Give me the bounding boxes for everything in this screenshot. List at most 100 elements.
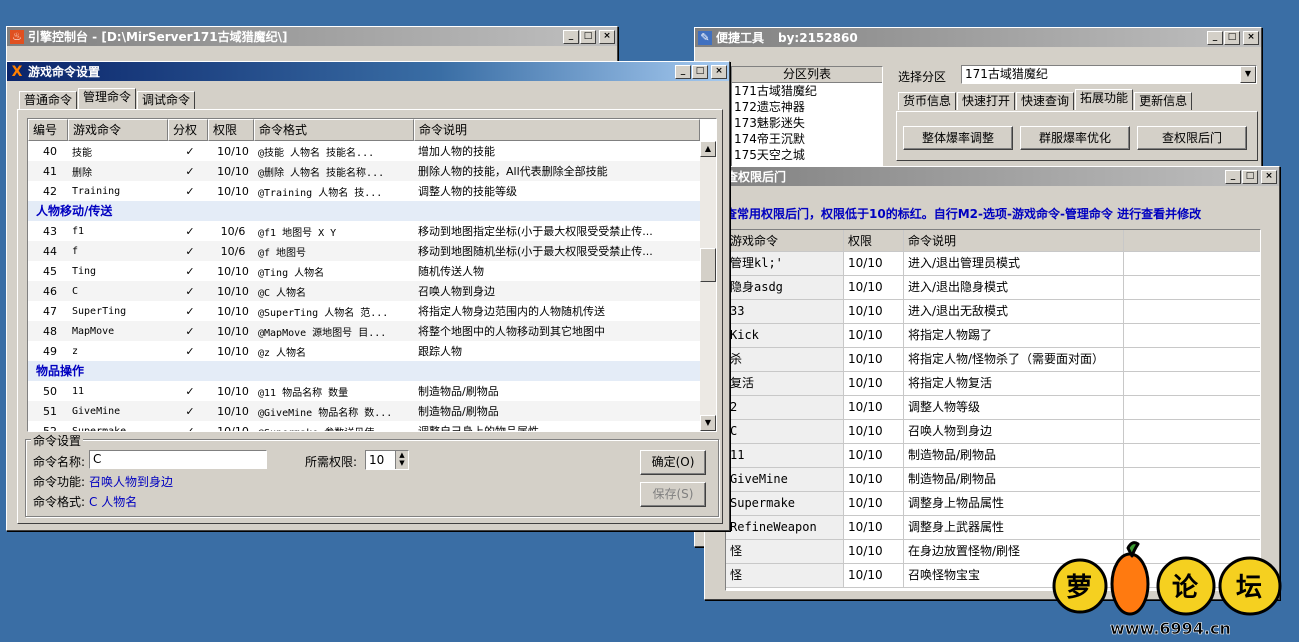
cell-cmd: C [726,420,844,443]
cell-desc: 制造物品/刷物品 [418,405,499,418]
table-row[interactable]: 46 C ✓ 10/10 @C 人物名 召唤人物到身边 [28,281,700,301]
table-row[interactable]: 50 11 ✓ 10/10 @11 物品名称 数量 制造物品/刷物品 [28,381,700,401]
col-desc[interactable]: 命令说明 [414,119,700,141]
cell-desc: 调整身上武器属性 [904,516,1124,539]
table-row[interactable]: 2 10/10 调整人物等级 [726,396,1260,420]
forum-logo: 萝 论 坛 www.6994.cn [1050,540,1290,640]
cell-desc: 移动到地图指定坐标(小于最大权限受受禁止传... [418,225,653,238]
cell-fmt: @删除 人物名 技能名称... [258,167,385,179]
table-row[interactable]: RefineWeapon 10/10 调整身上武器属性 [726,516,1260,540]
table-row[interactable]: 11 10/10 制造物品/刷物品 [726,444,1260,468]
command-grid-scrollbar[interactable]: ▲ ▼ [700,141,716,431]
table-row[interactable]: 隐身asdg 10/10 进入/退出隐身模式 [726,276,1260,300]
table-row[interactable]: 47 SuperTing ✓ 10/10 @SuperTing 人物名 范... 将指定人… [28,301,700,321]
ok-button[interactable]: 确定(O) [640,450,706,475]
table-row[interactable]: 42 Training ✓ 10/10 @Training 人物名 技... 调整人物的技… [28,181,700,201]
engine-console-titlebar[interactable]: ♨ 引擎控制台 - [D:\MirServer171古域猎魔纪\] _ □ × [7,27,617,46]
minimize-button[interactable]: _ [563,29,579,44]
stepper-arrows-icon[interactable]: ▲ ▼ [395,451,408,469]
cell-check: ✓ [185,344,195,358]
partition-select[interactable]: 171古域猎魔纪 ▼ [961,65,1257,84]
col-format[interactable]: 命令格式 [254,119,414,141]
close-button[interactable]: × [1261,169,1277,184]
tab-gc-0[interactable]: 普通命令 [19,91,78,109]
cell-check: ✓ [185,384,195,398]
partition-list[interactable]: 分区列表 171古域猎魔纪 172遗忘神器 173魅影迷失 174帝王沉默 175天空之… [731,66,883,168]
tools-app-icon: ✎ [698,30,712,45]
tab-gc-1[interactable]: 管理命令 [78,88,137,109]
cell-desc: 制造物品/刷物品 [418,385,499,398]
table-row[interactable]: 复活 10/10 将指定人物复活 [726,372,1260,396]
minimize-button[interactable]: _ [675,64,691,79]
table-row[interactable]: 52Supermake✓10/10@Supermake 参数详见使...调整自己… [28,421,700,432]
cell-cmd: GiveMine [72,405,121,417]
cell-desc: 将指定人物身边范围内的人物随机传送 [418,305,605,318]
col-sub[interactable]: 分权 [168,119,208,141]
overall-drop-rate-button[interactable]: 整体爆率调整 [903,126,1013,150]
partition-item[interactable]: 174帝王沉默 [732,131,882,147]
cell-no: 52 [43,424,57,432]
col-perm[interactable]: 权限 [208,119,254,141]
scroll-up-icon[interactable]: ▲ [700,141,716,157]
table-row[interactable]: 49 z ✓ 10/10 @z 人物名 跟踪人物 [28,341,700,361]
cell-perm: 10/10 [844,492,904,515]
partition-item[interactable]: 175天空之城 [732,147,882,163]
scroll-thumb[interactable] [700,248,716,282]
table-row[interactable]: 杀 10/10 将指定人物/怪物杀了（需要面对面） [726,348,1260,372]
cluster-drop-rate-button[interactable]: 群服爆率优化 [1020,126,1130,150]
table-row[interactable]: 48 MapMove ✓ 10/10 @MapMove 源地图号 目... 将整个地图中的… [28,321,700,341]
table-row[interactable]: 管理kl;' 10/10 进入/退出管理员模式 [726,252,1260,276]
close-button[interactable]: × [1243,30,1259,45]
cell-cmd: SuperTing [72,305,127,317]
table-row[interactable]: C 10/10 召唤人物到身边 [726,420,1260,444]
table-row[interactable]: 51 GiveMine ✓ 10/10 @GiveMine 物品名称 数... 制造物品/… [28,401,700,421]
cmd-perm-stepper[interactable]: 10 ▲ ▼ [365,450,409,470]
command-grid[interactable]: 编号 游戏命令 分权 权限 命令格式 命令说明 40 技能 ✓ 10/10 @技能 人物… [27,118,717,432]
partition-item[interactable]: 172遗忘神器 [732,99,882,115]
minimize-button[interactable]: _ [1207,30,1223,45]
table-row[interactable]: Supermake 10/10 调整身上物品属性 [726,492,1260,516]
maximize-button[interactable]: □ [580,29,596,44]
table-row[interactable]: 45 Ting ✓ 10/10 @Ting 人物名 随机传送人物 [28,261,700,281]
check-backdoor-button[interactable]: 查权限后门 [1137,126,1247,150]
tab-gc-2[interactable]: 调试命令 [137,91,196,109]
table-row[interactable]: 33 10/10 进入/退出无敌模式 [726,300,1260,324]
minimize-button[interactable]: _ [1225,169,1241,184]
perm-grid[interactable]: 游戏命令 权限 命令说明 管理kl;' 10/10 进入/退出管理员模式 隐身asdg… [725,229,1261,591]
table-row[interactable]: 44 f ✓ 10/6 @f 地图号 移动到地图随机坐标(小于最大权限受受禁止传... [28,241,700,261]
tab-qt-0[interactable]: 货币信息 [898,92,957,110]
maximize-button[interactable]: □ [692,64,708,79]
table-row[interactable]: GiveMine 10/10 制造物品/刷物品 [726,468,1260,492]
partition-item[interactable]: 171古域猎魔纪 [732,83,882,99]
table-row[interactable]: 40 技能 ✓ 10/10 @技能 人物名 技能名... 增加人物的技能 [28,141,700,161]
cell-no: 51 [43,404,57,418]
perm-backdoor-titlebar[interactable]: 查权限后门 _ □ × [705,167,1279,186]
col-no[interactable]: 编号 [28,119,68,141]
tab-qt-3[interactable]: 拓展功能 [1075,89,1134,110]
table-row[interactable]: 43 f1 ✓ 10/6 @f1 地图号 X Y 移动到地图指定坐标(小于最大权限受受禁止… [28,221,700,241]
close-button[interactable]: × [711,64,727,79]
close-button[interactable]: × [599,29,615,44]
partition-item[interactable]: 173魅影迷失 [732,115,882,131]
table-row[interactable]: 41 删除 ✓ 10/10 @删除 人物名 技能名称... 删除人物的技能，All代表删除… [28,161,700,181]
cell-no: 49 [43,344,57,358]
tab-qt-4[interactable]: 更新信息 [1134,92,1193,110]
maximize-button[interactable]: □ [1224,30,1240,45]
cell-perm: 10/10 [217,424,249,432]
tab-qt-1[interactable]: 快速打开 [957,92,1016,110]
table-row[interactable]: Kick 10/10 将指定人物踢了 [726,324,1260,348]
cmd-name-input[interactable]: C [89,450,267,469]
maximize-button[interactable]: □ [1242,169,1258,184]
partition-list-header: 分区列表 [732,67,882,83]
chevron-down-icon[interactable]: ▼ [1240,66,1256,83]
perm-col-desc: 命令说明 [904,230,1124,251]
tab-qt-2[interactable]: 快速查询 [1016,92,1075,110]
cell-no: 44 [43,244,57,258]
scroll-down-icon[interactable]: ▼ [700,415,716,431]
game-cmd-titlebar[interactable]: X 游戏命令设置 _ □ × [7,62,729,81]
save-button[interactable]: 保存(S) [640,482,706,507]
cell-cmd: z [72,345,79,357]
col-cmd[interactable]: 游戏命令 [68,119,168,141]
cell-cmd: MapMove [72,325,115,337]
quick-tools-titlebar[interactable]: ✎ 便捷工具 by:2152860 _ □ × [695,28,1261,47]
